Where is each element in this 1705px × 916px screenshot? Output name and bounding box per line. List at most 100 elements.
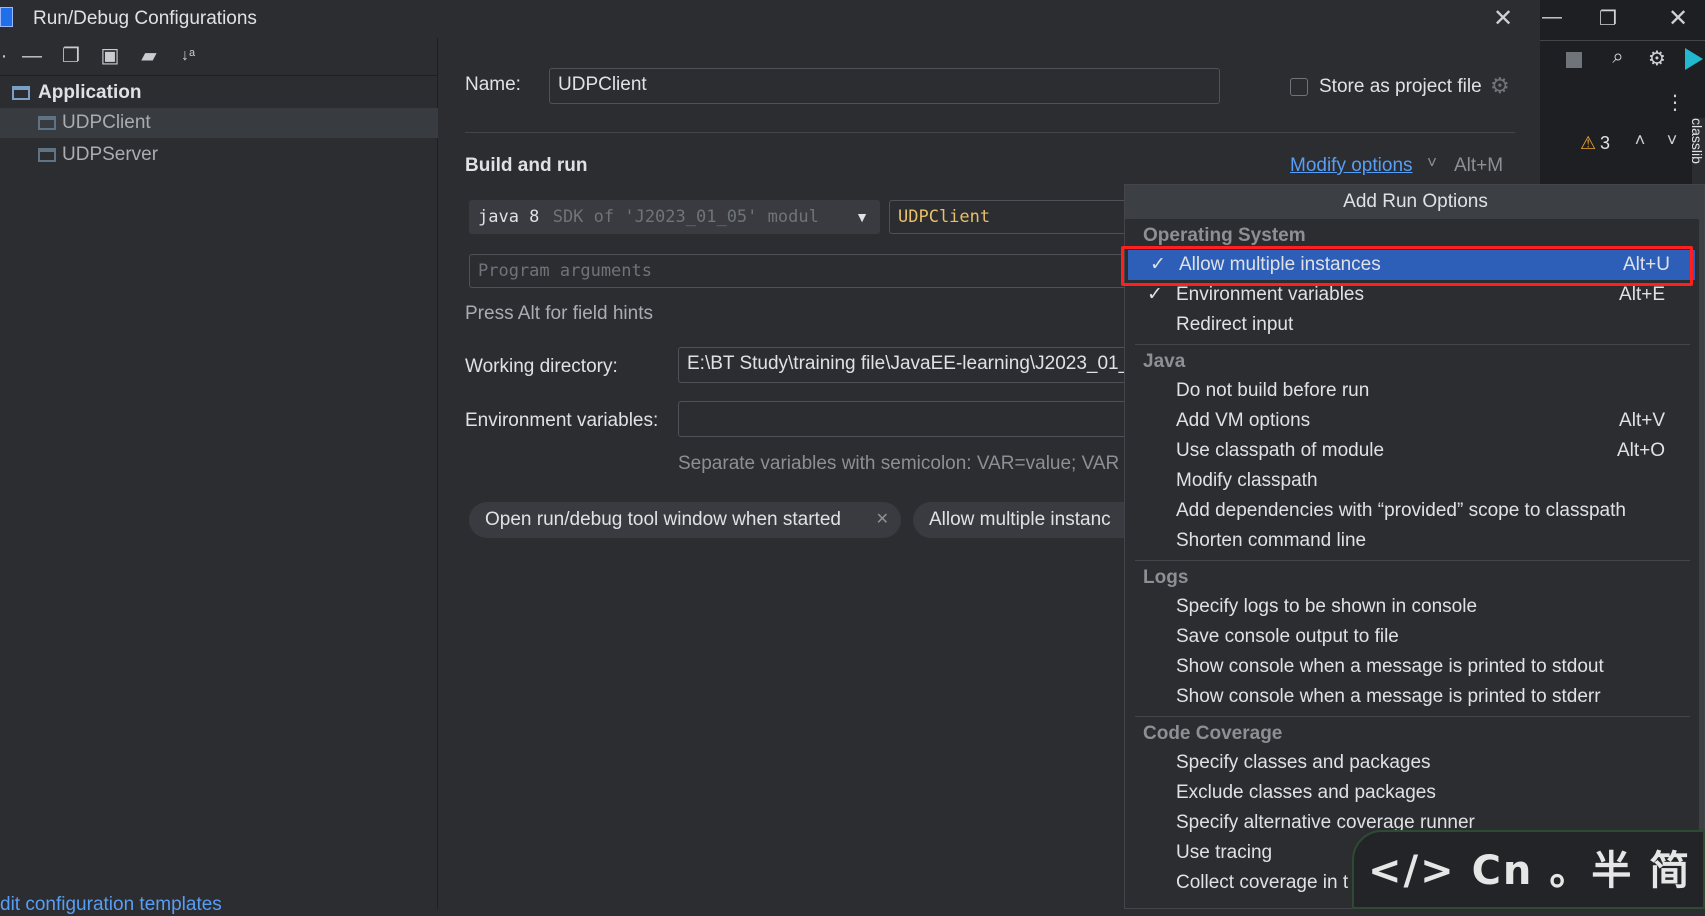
sort-icon[interactable]: ↓ᵃ bbox=[176, 44, 200, 68]
main-class-input[interactable]: UDPClient bbox=[889, 200, 1129, 234]
run-plugin-icon[interactable] bbox=[1685, 48, 1703, 70]
config-icon bbox=[38, 116, 56, 130]
add-run-options-popup: Add Run Options Operating System ✓ Allow… bbox=[1124, 184, 1705, 909]
input-method-toolbar[interactable]: </> Cn 。半 简 bbox=[1352, 830, 1705, 909]
highlight-box bbox=[1121, 246, 1693, 286]
option-label: Specify classes and packages bbox=[1176, 752, 1431, 773]
option-specify-classes-packages[interactable]: Specify classes and packages bbox=[1125, 748, 1690, 778]
name-input[interactable]: UDPClient bbox=[549, 68, 1220, 104]
option-label: Add dependencies with “provided” scope t… bbox=[1176, 500, 1626, 521]
side-tab-classlib[interactable]: classlib bbox=[1692, 118, 1705, 188]
option-label: Redirect input bbox=[1176, 314, 1294, 335]
option-label: Shorten command line bbox=[1176, 530, 1367, 551]
edit-configuration-templates-link[interactable]: dit configuration templates bbox=[0, 894, 222, 916]
option-specify-logs[interactable]: Specify logs to be shown in console bbox=[1125, 592, 1690, 622]
copy-icon[interactable]: ❐ bbox=[59, 44, 83, 68]
new-folder-icon[interactable]: ▰ bbox=[137, 44, 161, 68]
application-icon bbox=[12, 86, 30, 100]
gear-icon[interactable]: ⚙ bbox=[1490, 73, 1510, 99]
environment-variables-hint: Separate variables with semicolon: VAR=v… bbox=[678, 453, 1120, 474]
group-logs: Logs bbox=[1143, 567, 1189, 588]
chevron-up-icon[interactable]: ˄ bbox=[1630, 130, 1650, 151]
search-icon[interactable]: ⌕ bbox=[1605, 46, 1631, 69]
field-hint-text: Press Alt for field hints bbox=[465, 303, 653, 324]
working-directory-label: Working directory: bbox=[465, 356, 618, 377]
option-label: Collect coverage in t bbox=[1176, 872, 1349, 893]
option-label: Show console when a message is printed t… bbox=[1176, 686, 1601, 707]
tree-item-label: UDPServer bbox=[62, 144, 159, 165]
remove-icon[interactable]: — bbox=[20, 44, 44, 68]
option-shortcut: Alt+O bbox=[1616, 440, 1665, 461]
program-arguments-input[interactable]: Program arguments bbox=[469, 254, 1129, 288]
restore-icon[interactable]: ❐ bbox=[1596, 6, 1620, 31]
remove-chip-icon[interactable]: ✕ bbox=[876, 502, 889, 538]
option-use-classpath-of-module[interactable]: Use classpath of module Alt+O bbox=[1125, 436, 1690, 466]
close-ide-icon[interactable]: ✕ bbox=[1663, 4, 1693, 33]
intellij-app-icon bbox=[0, 7, 13, 27]
option-label: Add VM options bbox=[1176, 410, 1311, 431]
gear-icon[interactable]: ⚙ bbox=[1644, 46, 1670, 71]
popup-scrollbar[interactable] bbox=[1699, 219, 1704, 908]
dropdown-arrow-icon: ▼ bbox=[855, 209, 869, 225]
option-shorten-command-line[interactable]: Shorten command line bbox=[1125, 526, 1690, 556]
chip-allow-multiple-instances[interactable]: Allow multiple instanc bbox=[913, 502, 1129, 538]
jdk-hint: SDK of 'J2023_01_05' modul bbox=[552, 207, 819, 227]
window-title: Run/Debug Configurations bbox=[33, 8, 257, 29]
option-label: Exclude classes and packages bbox=[1176, 782, 1436, 803]
tree-root-application[interactable]: Application bbox=[0, 78, 438, 108]
option-label: Use tracing bbox=[1176, 842, 1273, 863]
option-label: Specify logs to be shown in console bbox=[1176, 596, 1478, 617]
save-icon[interactable]: ▣ bbox=[98, 44, 122, 68]
option-modify-classpath[interactable]: Modify classpath bbox=[1125, 466, 1690, 496]
divider bbox=[1540, 40, 1705, 41]
tree-item-udpclient[interactable]: UDPClient bbox=[0, 108, 438, 138]
option-redirect-input[interactable]: Redirect input bbox=[1125, 310, 1690, 340]
modify-options-link[interactable]: Modify options bbox=[1290, 155, 1413, 177]
environment-variables-input[interactable] bbox=[678, 401, 1129, 437]
store-as-project-checkbox[interactable] bbox=[1290, 78, 1308, 96]
section-title: Build and run bbox=[465, 155, 588, 176]
option-add-provided-dependencies[interactable]: Add dependencies with “provided” scope t… bbox=[1125, 496, 1690, 526]
jdk-select[interactable]: java 8 SDK of 'J2023_01_05' modul ▼ bbox=[469, 200, 880, 234]
store-as-project-label: Store as project file bbox=[1319, 76, 1482, 97]
jdk-version: java 8 bbox=[478, 207, 540, 227]
option-label: Modify classpath bbox=[1176, 470, 1318, 491]
option-show-console-stdout[interactable]: Show console when a message is printed t… bbox=[1125, 652, 1690, 682]
popup-title: Add Run Options bbox=[1125, 185, 1704, 219]
option-show-console-stderr[interactable]: Show console when a message is printed t… bbox=[1125, 682, 1690, 712]
tree-toolbar: · — ❐ ▣ ▰ ↓ᵃ bbox=[0, 40, 438, 74]
warning-icon: ⚠ bbox=[1580, 133, 1597, 153]
tree-root-label: Application bbox=[38, 82, 142, 103]
option-save-console-output[interactable]: Save console output to file bbox=[1125, 622, 1690, 652]
chevron-down-icon: ˅ bbox=[1427, 153, 1437, 172]
option-label: Use classpath of module bbox=[1176, 440, 1385, 461]
more-vertical-icon[interactable]: ⋮ bbox=[1665, 90, 1685, 115]
divider bbox=[1135, 344, 1690, 345]
option-label: Save console output to file bbox=[1176, 626, 1399, 647]
chip-open-tool-window[interactable]: Open run/debug tool window when started … bbox=[469, 502, 901, 538]
option-do-not-build[interactable]: Do not build before run bbox=[1125, 376, 1690, 406]
group-code-coverage: Code Coverage bbox=[1143, 723, 1283, 744]
stop-icon[interactable] bbox=[1566, 52, 1582, 68]
chip-label: Allow multiple instanc bbox=[929, 509, 1111, 530]
tree-item-udpserver[interactable]: UDPServer bbox=[0, 140, 438, 170]
working-directory-input[interactable]: E:\BT Study\training file\JavaEE-learnin… bbox=[678, 347, 1129, 383]
option-shortcut: Alt+V bbox=[1619, 410, 1665, 431]
name-label: Name: bbox=[465, 74, 521, 95]
option-exclude-classes-packages[interactable]: Exclude classes and packages bbox=[1125, 778, 1690, 808]
chevron-down-icon[interactable]: ˅ bbox=[1662, 130, 1682, 151]
close-icon[interactable]: ✕ bbox=[1488, 4, 1518, 34]
divider bbox=[1135, 560, 1690, 561]
side-tab-label: classlib bbox=[1692, 118, 1705, 164]
divider bbox=[465, 132, 1515, 133]
warning-count: 3 bbox=[1600, 133, 1611, 153]
minimize-icon[interactable]: — bbox=[1540, 6, 1564, 29]
option-label: Do not build before run bbox=[1176, 380, 1370, 401]
divider bbox=[0, 75, 438, 76]
config-icon bbox=[38, 148, 56, 162]
add-icon[interactable]: · bbox=[0, 44, 16, 68]
modify-options-shortcut: Alt+M bbox=[1454, 155, 1504, 176]
divider bbox=[1135, 716, 1690, 717]
chip-label: Open run/debug tool window when started bbox=[485, 509, 841, 530]
option-add-vm-options[interactable]: Add VM options Alt+V bbox=[1125, 406, 1690, 436]
